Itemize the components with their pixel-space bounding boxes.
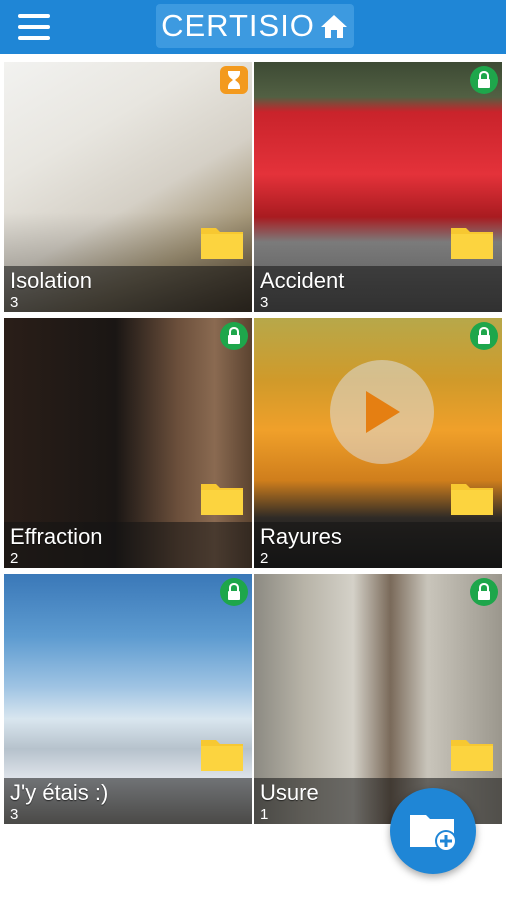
menu-button[interactable] — [16, 12, 54, 42]
folder-icon — [451, 484, 493, 515]
album-title: J'y étais :) — [10, 780, 109, 805]
album-count: 1 — [260, 806, 269, 823]
album-title: Usure — [260, 780, 319, 805]
add-folder-button[interactable] — [390, 788, 476, 874]
album-caption: Accident 3 — [254, 266, 502, 312]
folder-icon — [201, 740, 243, 771]
app-brand: CERTISIO — [161, 8, 315, 43]
menu-icon-bar — [18, 36, 50, 40]
album-title: Accident — [260, 268, 345, 293]
menu-icon-bar — [18, 14, 50, 18]
lock-icon — [220, 578, 248, 606]
home-icon — [320, 15, 347, 38]
album-count: 2 — [260, 550, 269, 567]
album-caption: Isolation 3 — [4, 266, 252, 312]
album-title: Effraction — [10, 524, 103, 549]
album-title: Isolation — [10, 268, 92, 293]
lock-icon — [220, 322, 248, 350]
album-tile[interactable]: Accident 3 — [254, 62, 502, 312]
album-caption: J'y étais :) 3 — [4, 778, 252, 824]
folder-icon — [201, 228, 243, 259]
top-app-bar: CERTISIO — [0, 0, 506, 54]
album-count: 2 — [10, 550, 19, 567]
folder-icon — [201, 484, 243, 515]
album-tile[interactable]: Isolation 3 — [4, 62, 252, 312]
lock-icon — [470, 66, 498, 94]
lock-icon — [470, 578, 498, 606]
hourglass-icon — [220, 66, 248, 94]
album-caption: Rayures 2 — [254, 522, 502, 568]
album-count: 3 — [10, 294, 19, 311]
album-tile[interactable]: Effraction 2 — [4, 318, 252, 568]
folder-icon — [451, 740, 493, 771]
album-tile[interactable]: Usure 1 — [254, 574, 502, 824]
album-tile[interactable]: J'y étais :) 3 — [4, 574, 252, 824]
album-tile[interactable]: Rayures 2 — [254, 318, 502, 568]
album-count: 3 — [260, 294, 269, 311]
album-count: 3 — [10, 806, 19, 823]
app-logo[interactable]: CERTISIO — [156, 4, 354, 48]
lock-icon — [470, 322, 498, 350]
menu-icon-bar — [18, 25, 50, 29]
play-icon[interactable] — [330, 360, 434, 464]
add-folder-icon — [410, 815, 457, 852]
album-caption: Effraction 2 — [4, 522, 252, 568]
album-title: Rayures — [260, 524, 342, 549]
folder-icon — [451, 228, 493, 259]
